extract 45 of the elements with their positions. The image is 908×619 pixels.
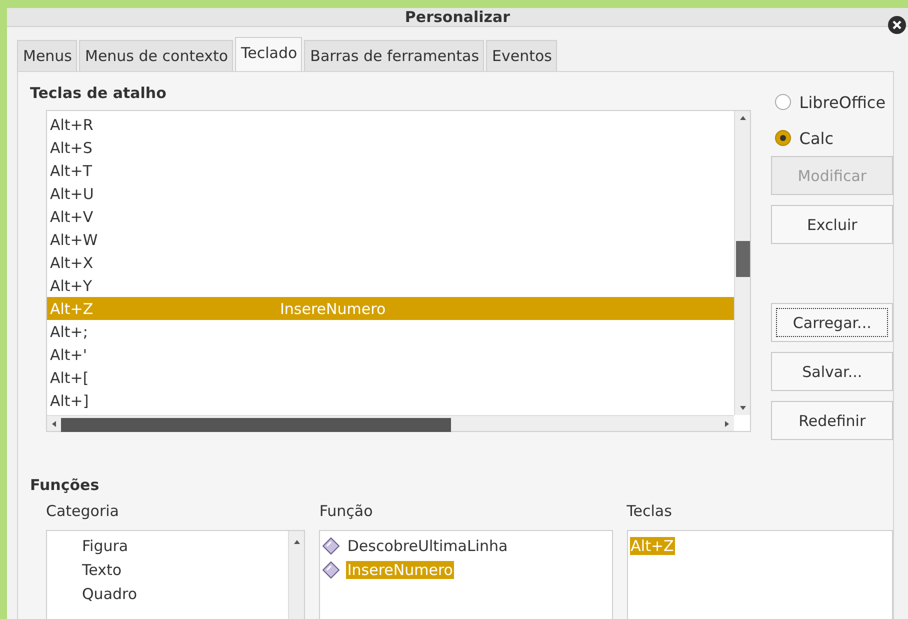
- list-item[interactable]: Texto: [81, 561, 123, 579]
- section-title: Funções: [30, 476, 100, 494]
- shortcut-row[interactable]: Alt+R: [47, 113, 734, 136]
- vertical-scrollbar[interactable]: [734, 111, 750, 415]
- diamond-icon: [322, 561, 340, 579]
- tab[interactable]: Eventos: [486, 40, 557, 71]
- shortcut-row[interactable]: Alt+U: [47, 182, 734, 205]
- shortcut-row[interactable]: Alt+Y: [47, 274, 734, 297]
- column-label: Categoria: [46, 502, 120, 520]
- column-label: Teclas: [626, 502, 673, 520]
- tab[interactable]: Menus de contexto: [79, 40, 233, 71]
- scroll-left-arrow-icon[interactable]: [50, 420, 58, 428]
- scrollbar-thumb[interactable]: [736, 241, 750, 277]
- shortcut-row[interactable]: Alt+[: [47, 366, 734, 389]
- list-item[interactable]: DescobreUltimaLinha: [346, 537, 509, 555]
- list-item[interactable]: Figura: [81, 537, 130, 555]
- dialog-button[interactable]: Salvar...: [771, 352, 893, 391]
- tab[interactable]: Barras de ferramentas: [304, 40, 484, 71]
- list-item[interactable]: Quadro: [81, 585, 138, 603]
- shortcut-row[interactable]: Alt+T: [47, 159, 734, 182]
- radio-button[interactable]: Calc: [771, 120, 893, 156]
- dialog-button[interactable]: Redefinir: [771, 401, 893, 440]
- shortcut-row[interactable]: Alt+V: [47, 205, 734, 228]
- column-label: Função: [319, 502, 374, 520]
- scroll-up-arrow-icon[interactable]: [738, 114, 747, 122]
- shortcut-row[interactable]: Alt+W: [47, 228, 734, 251]
- section-title: Teclas de atalho: [30, 84, 168, 102]
- horizontal-scrollbar[interactable]: [47, 415, 734, 431]
- scroll-down-arrow-icon[interactable]: [738, 404, 747, 412]
- diamond-icon: [322, 537, 340, 555]
- scrollbar-thumb[interactable]: [61, 418, 451, 432]
- tab[interactable]: Menus: [17, 40, 77, 71]
- window-title: Personalizar: [404, 8, 510, 26]
- dialog-button[interactable]: Excluir: [771, 205, 893, 244]
- shortcut-row[interactable]: Alt+S: [47, 136, 734, 159]
- scroll-up-arrow-icon[interactable]: [292, 538, 301, 546]
- close-icon[interactable]: [888, 16, 906, 34]
- dialog-button[interactable]: Carregar...: [771, 303, 893, 342]
- tab[interactable]: Teclado: [235, 37, 302, 71]
- shortcut-row[interactable]: Alt+': [47, 343, 734, 366]
- radio-button[interactable]: LibreOffice: [771, 84, 893, 120]
- scroll-right-arrow-icon[interactable]: [723, 420, 732, 428]
- shortcut-row[interactable]: Alt+;: [47, 320, 734, 343]
- shortcut-row[interactable]: Alt+X: [47, 251, 734, 274]
- shortcut-row[interactable]: Alt+]: [47, 389, 734, 412]
